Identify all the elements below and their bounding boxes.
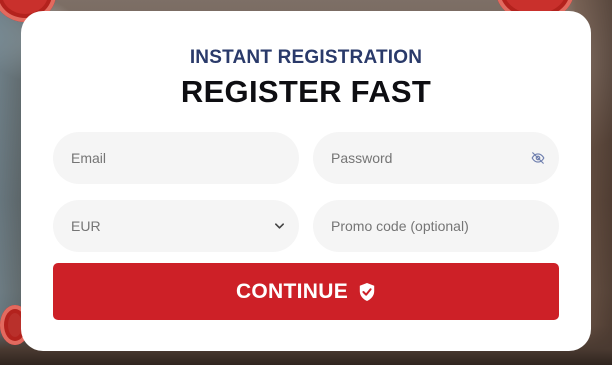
password-placeholder: Password (331, 150, 393, 166)
continue-button[interactable]: CONTINUE (53, 263, 559, 320)
shield-check-icon (359, 282, 375, 301)
password-field[interactable]: Password (313, 132, 559, 184)
form-subtitle: INSTANT REGISTRATION (189, 47, 423, 68)
promo-placeholder: Promo code (optional) (331, 218, 469, 234)
form-title: REGISTER FAST (180, 74, 432, 109)
promo-code-field[interactable]: Promo code (optional) (313, 200, 559, 252)
email-field[interactable]: Email (53, 132, 299, 184)
chevron-down-icon (275, 223, 284, 229)
currency-select[interactable]: EUR (53, 200, 299, 252)
email-placeholder: Email (71, 150, 107, 166)
currency-value: EUR (71, 218, 101, 234)
registration-card: INSTANT REGISTRATION REGISTER FAST Email… (21, 11, 591, 351)
continue-label: CONTINUE (235, 279, 349, 303)
eye-off-icon[interactable] (531, 151, 545, 165)
